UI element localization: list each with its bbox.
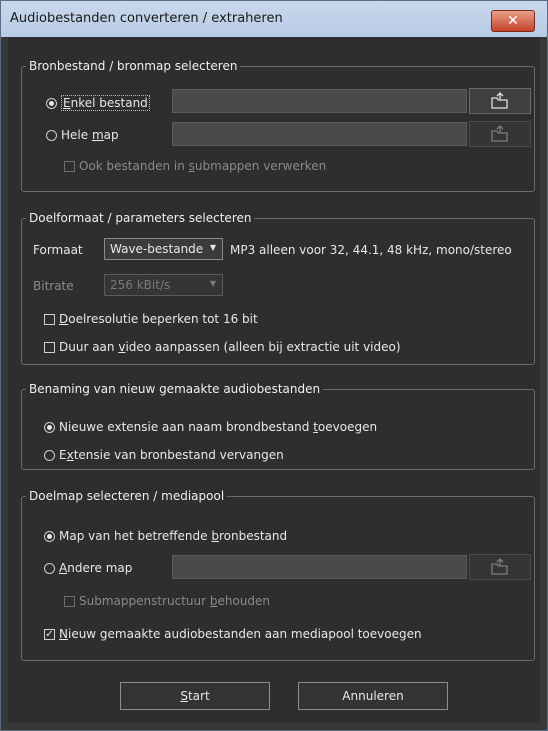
match-video-checkbox[interactable]: Duur aan video aanpassen (alleen bij ext… bbox=[44, 340, 401, 354]
single-file-label: Enkel bestand bbox=[61, 95, 150, 111]
source-legend: Bronbestand / bronmap selecteren bbox=[29, 59, 238, 73]
title-bar: Audiobestanden converteren / extraheren … bbox=[1, 1, 547, 37]
source-folder-radio[interactable]: Map van het betreffende bronbestand bbox=[44, 529, 287, 543]
cancel-button[interactable]: Annuleren bbox=[298, 682, 448, 710]
other-folder-path-input[interactable] bbox=[172, 555, 467, 579]
start-button[interactable]: Start bbox=[120, 682, 270, 710]
target-legend: Doelformaat / parameters selecteren bbox=[29, 211, 252, 225]
open-folder-icon bbox=[491, 92, 508, 109]
add-mediapool-checkbox[interactable]: ✓ Nieuw gemaakte audiobestanden aan medi… bbox=[44, 627, 422, 641]
replace-extension-label: Extensie van bronbestand vervangen bbox=[59, 448, 284, 462]
bitrate-dropdown[interactable]: 256 kBit/s ▼ bbox=[104, 274, 223, 296]
bitrate-value: 256 kBit/s bbox=[110, 278, 171, 292]
subfolders-label: Ook bestanden in submappen verwerken bbox=[79, 159, 327, 173]
whole-folder-radio[interactable]: Hele map bbox=[46, 128, 119, 142]
subfolders-checkbox[interactable]: Ook bestanden in submappen verwerken bbox=[64, 159, 326, 173]
cancel-button-label: Annuleren bbox=[342, 689, 404, 703]
match-video-check-box[interactable] bbox=[44, 341, 55, 353]
keep-structure-check-box[interactable] bbox=[64, 595, 75, 607]
limit16-checkbox[interactable]: Doelresolutie beperken tot 16 bit bbox=[44, 312, 258, 326]
add-mediapool-check-box[interactable]: ✓ bbox=[44, 628, 55, 640]
subfolders-check-box[interactable] bbox=[64, 160, 75, 172]
close-button[interactable]: ✕ bbox=[491, 10, 535, 32]
chevron-down-icon: ▼ bbox=[209, 243, 216, 252]
source-folder-radio-dot[interactable] bbox=[44, 530, 55, 542]
close-icon: ✕ bbox=[507, 13, 519, 29]
format-dropdown[interactable]: Wave-bestande ▼ bbox=[104, 238, 223, 260]
limit16-check-box[interactable] bbox=[44, 313, 55, 325]
format-label: Formaat bbox=[33, 243, 83, 257]
window-title: Audiobestanden converteren / extraheren bbox=[10, 11, 283, 26]
single-file-path-input[interactable] bbox=[172, 89, 467, 113]
append-extension-radio-dot[interactable] bbox=[44, 421, 55, 433]
format-value: Wave-bestande bbox=[110, 242, 204, 256]
start-button-label: Start bbox=[180, 689, 210, 703]
single-file-radio[interactable]: Enkel bestand bbox=[46, 95, 150, 111]
format-note: MP3 alleen voor 32, 44.1, 48 kHz, mono/s… bbox=[230, 243, 512, 257]
append-extension-label: Nieuwe extensie aan naam brondbestand to… bbox=[59, 420, 378, 434]
dialog-body: Bronbestand / bronmap selecteren Enkel b… bbox=[8, 37, 540, 723]
open-folder-icon bbox=[491, 125, 508, 142]
folder-path-input[interactable] bbox=[172, 122, 467, 146]
limit16-label: Doelresolutie beperken tot 16 bit bbox=[59, 312, 258, 326]
add-mediapool-label: Nieuw gemaakte audiobestanden aan mediap… bbox=[59, 627, 422, 641]
match-video-label: Duur aan video aanpassen (alleen bij ext… bbox=[59, 340, 401, 354]
source-folder-label: Map van het betreffende bronbestand bbox=[59, 529, 288, 543]
browse-folder-button[interactable] bbox=[469, 121, 531, 147]
destination-legend: Doelmap selecteren / mediapool bbox=[29, 489, 225, 503]
keep-structure-label: Submappenstructuur behouden bbox=[79, 594, 271, 608]
other-folder-label: Andere map bbox=[59, 561, 133, 575]
single-file-radio-dot[interactable] bbox=[46, 97, 57, 109]
open-folder-icon bbox=[491, 558, 508, 575]
chevron-down-icon: ▼ bbox=[209, 279, 216, 288]
other-folder-radio[interactable]: Andere map bbox=[44, 561, 132, 575]
replace-extension-radio-dot[interactable] bbox=[44, 449, 55, 461]
whole-folder-label: Hele map bbox=[61, 128, 119, 142]
browse-destination-button[interactable] bbox=[469, 554, 531, 580]
browse-file-button[interactable] bbox=[469, 88, 531, 114]
bitrate-label: Bitrate bbox=[33, 279, 74, 293]
whole-folder-radio-dot[interactable] bbox=[46, 129, 57, 141]
replace-extension-radio[interactable]: Extensie van bronbestand vervangen bbox=[44, 448, 284, 462]
dialog-window: Audiobestanden converteren / extraheren … bbox=[0, 0, 548, 731]
other-folder-radio-dot[interactable] bbox=[44, 562, 55, 574]
append-extension-radio[interactable]: Nieuwe extensie aan naam brondbestand to… bbox=[44, 420, 377, 434]
keep-structure-checkbox[interactable]: Submappenstructuur behouden bbox=[64, 594, 270, 608]
naming-legend: Benaming van nieuw gemaakte audiobestand… bbox=[29, 382, 321, 396]
